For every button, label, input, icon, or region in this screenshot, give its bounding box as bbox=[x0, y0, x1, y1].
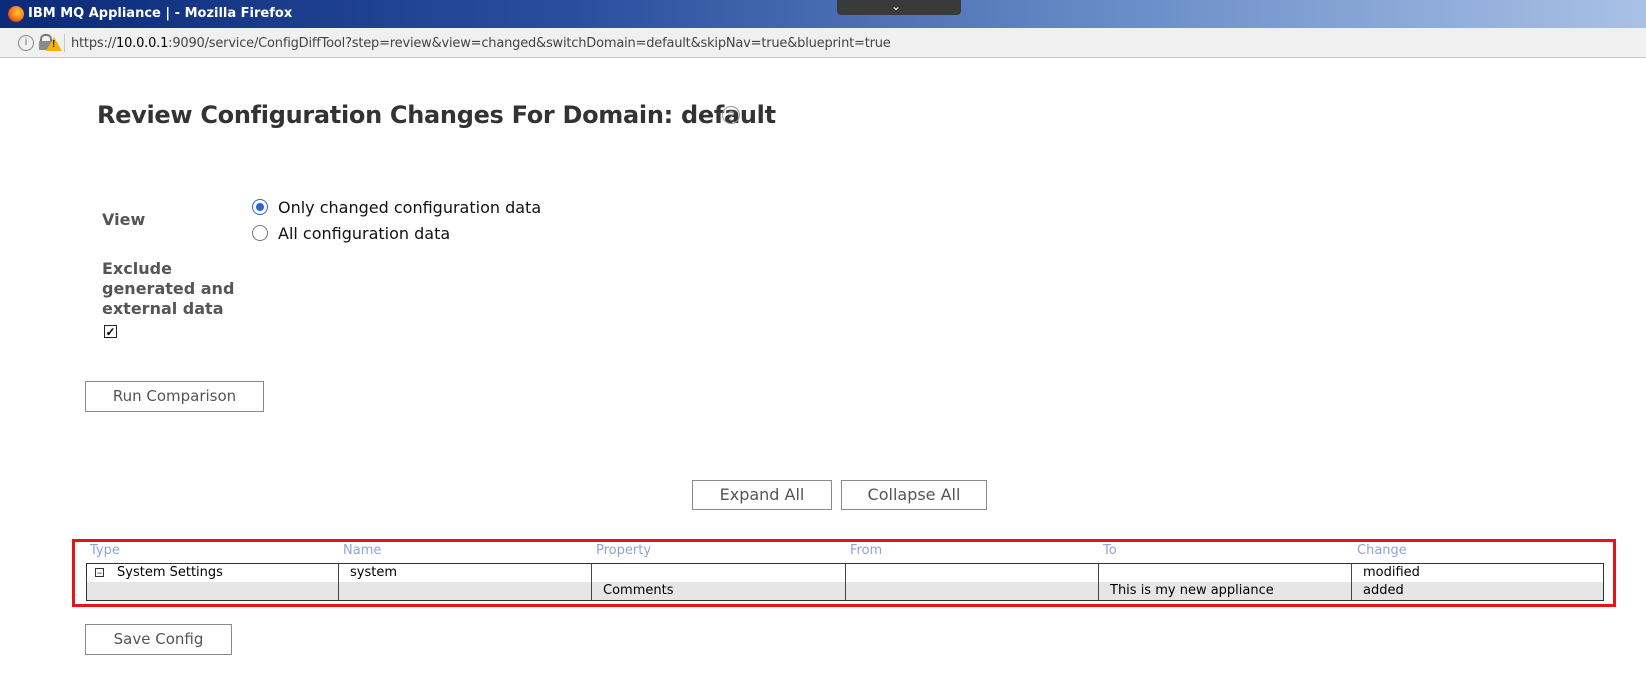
window-title: IBM MQ Appliance | - Mozilla Firefox bbox=[28, 6, 293, 21]
view-label: View bbox=[102, 210, 146, 229]
column-header-from: From bbox=[850, 543, 883, 558]
window-titlebar: IBM MQ Appliance | - Mozilla Firefox bbox=[0, 0, 1646, 28]
radio-label: All configuration data bbox=[278, 223, 451, 243]
chevron-down-icon: ⌄ bbox=[891, 0, 902, 13]
firefox-logo-icon bbox=[8, 6, 24, 22]
cell-change: modified bbox=[1363, 565, 1420, 580]
column-divider bbox=[591, 564, 592, 600]
radio-button-selected[interactable] bbox=[252, 199, 268, 215]
column-header-change: Change bbox=[1357, 543, 1407, 558]
exclude-checkbox[interactable]: ✓ bbox=[104, 325, 117, 338]
collapse-node-icon[interactable]: − bbox=[95, 568, 104, 578]
column-header-to: To bbox=[1103, 543, 1117, 558]
column-header-type: Type bbox=[90, 543, 120, 558]
radio-all-config[interactable]: All configuration data bbox=[252, 222, 450, 244]
url-text[interactable]: https://10.0.0.1:9090/service/ConfigDiff… bbox=[71, 36, 891, 51]
cell-name: system bbox=[350, 565, 397, 580]
save-config-button[interactable]: Save Config bbox=[85, 624, 232, 655]
radio-only-changed[interactable]: Only changed configuration data bbox=[252, 196, 541, 218]
cell-to: This is my new appliance bbox=[1110, 583, 1274, 598]
page-title: Review Configuration Changes For Domain:… bbox=[97, 101, 776, 129]
run-comparison-button[interactable]: Run Comparison bbox=[85, 381, 264, 412]
column-header-property: Property bbox=[596, 543, 652, 558]
column-divider bbox=[1351, 564, 1352, 600]
column-divider bbox=[1098, 564, 1099, 600]
exclude-label: Exclude generated and external data bbox=[102, 259, 235, 318]
cell-change: added bbox=[1363, 583, 1404, 598]
cell-type: System Settings bbox=[117, 565, 223, 580]
expand-all-button[interactable]: Expand All bbox=[692, 480, 832, 510]
radio-button[interactable] bbox=[252, 225, 268, 241]
cell-property: Comments bbox=[603, 583, 674, 598]
column-divider bbox=[845, 564, 846, 600]
column-divider bbox=[338, 564, 339, 600]
radio-label: Only changed configuration data bbox=[278, 197, 542, 217]
help-icon[interactable]: ? bbox=[722, 106, 740, 124]
address-bar[interactable]: i ! https://10.0.0.1:9090/service/Config… bbox=[0, 28, 1646, 58]
collapse-all-button[interactable]: Collapse All bbox=[841, 480, 987, 510]
config-diff-table: − System Settings system modified Commen… bbox=[86, 563, 1604, 601]
info-icon[interactable]: i bbox=[18, 35, 34, 51]
toolbar-collapse-tab[interactable]: ⌄ bbox=[837, 0, 961, 15]
column-header-name: Name bbox=[343, 543, 382, 558]
